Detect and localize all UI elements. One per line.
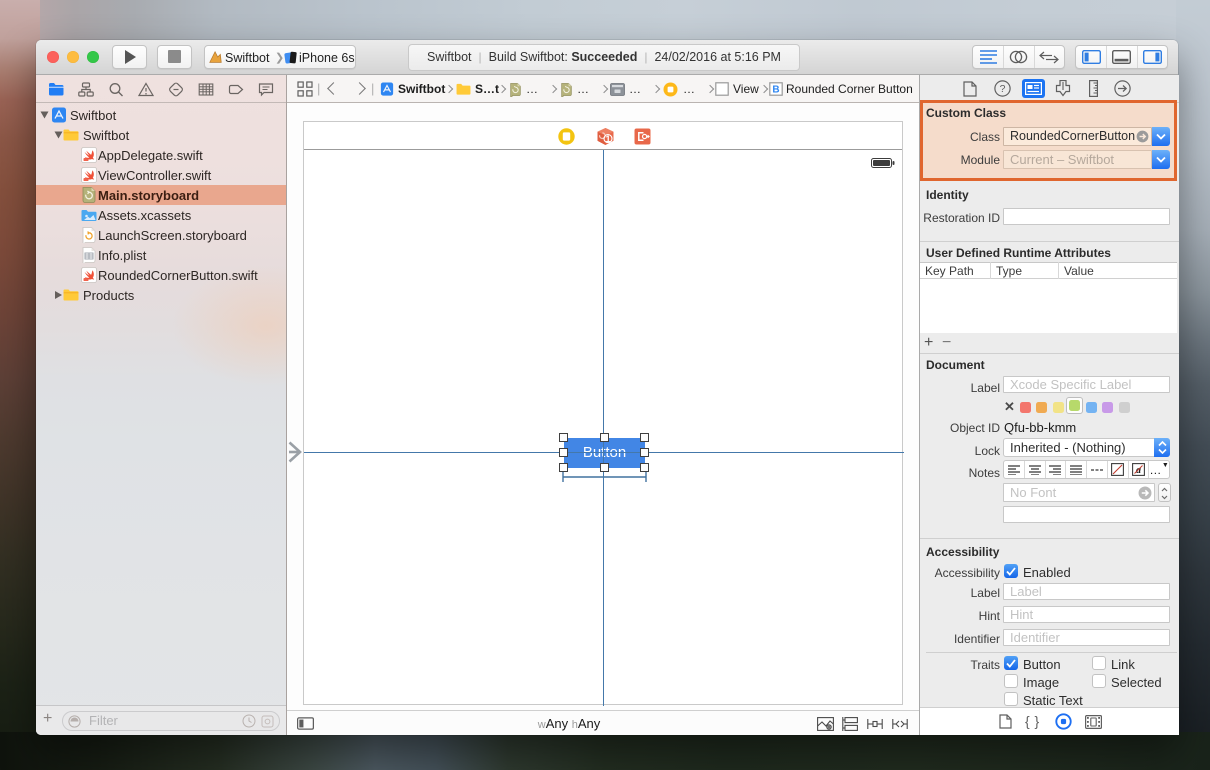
svg-text:a: a [1136, 465, 1141, 476]
svg-text:1: 1 [605, 134, 610, 144]
svg-text:B: B [772, 85, 779, 96]
svg-text:?: ? [1000, 83, 1006, 95]
